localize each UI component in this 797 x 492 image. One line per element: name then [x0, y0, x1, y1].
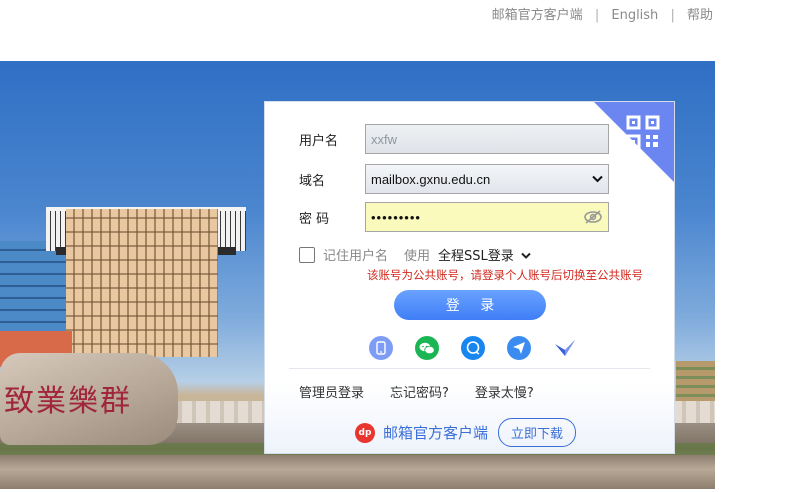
main-building	[66, 209, 218, 357]
ssl-dropdown[interactable]: 全程SSL登录	[438, 245, 531, 264]
mail-client-logo-icon: dp	[355, 422, 375, 443]
ssl-label: 全程SSL登录	[438, 249, 514, 264]
separator: |	[670, 8, 675, 23]
remember-checkbox[interactable]	[299, 246, 315, 263]
password-value: •••••••••	[371, 209, 421, 225]
separator: |	[594, 8, 600, 23]
remember-row: 记住用户名 使用 全程SSL登录	[299, 245, 531, 264]
top-link-english[interactable]: English	[611, 8, 658, 23]
login-button[interactable]: 登 录	[394, 290, 546, 320]
mail-boat-icon[interactable]	[553, 336, 577, 360]
login-help-links: 管理员登录 忘记密码? 登录太慢?	[299, 382, 534, 401]
qq-icon[interactable]	[461, 336, 485, 360]
stone-inscription: 致業樂群	[4, 384, 132, 419]
remember-label[interactable]: 记住用户名	[323, 245, 388, 264]
qr-code-icon[interactable]	[626, 115, 660, 149]
client-link[interactable]: 邮箱官方客户端	[383, 422, 488, 443]
password-label: 密 码	[299, 211, 330, 227]
wechat-icon[interactable]	[415, 336, 439, 360]
client-download-row: dp 邮箱官方客户端 立即下载	[355, 418, 577, 447]
domain-row: 域名 mailbox.gxnu.edu.cn	[299, 164, 609, 194]
forgot-password-link[interactable]: 忘记密码?	[390, 382, 449, 401]
login-panel: 用户名 xxfw 域名 mailbox.gxnu.edu.cn 密 码 ••••…	[264, 101, 675, 454]
password-row: 密 码 •••••••••	[299, 202, 609, 232]
chevron-down-icon	[592, 175, 603, 183]
use-label: 使用	[404, 249, 431, 264]
password-input[interactable]: •••••••••	[365, 202, 609, 232]
domain-label: 域名	[299, 173, 326, 189]
public-account-warning: 该账号为公共账号，请登录个人账号后切换至公共账号	[367, 268, 643, 282]
mobile-login-icon[interactable]	[369, 336, 393, 360]
paper-plane-icon[interactable]	[507, 336, 531, 360]
third-party-login	[369, 336, 577, 360]
username-row: 用户名 xxfw	[299, 124, 609, 154]
chevron-down-icon	[521, 252, 531, 259]
slow-login-link[interactable]: 登录太慢?	[475, 382, 534, 401]
divider	[289, 368, 650, 369]
domain-value: mailbox.gxnu.edu.cn	[371, 171, 491, 187]
domain-select[interactable]: mailbox.gxnu.edu.cn	[365, 164, 609, 194]
hide-password-icon[interactable]	[583, 209, 603, 225]
username-input[interactable]: xxfw	[365, 124, 609, 154]
top-link-help[interactable]: 帮助	[687, 8, 713, 23]
admin-login-link[interactable]: 管理员登录	[299, 382, 364, 401]
download-button[interactable]: 立即下载	[498, 418, 577, 447]
username-label: 用户名	[299, 133, 339, 149]
top-link-client[interactable]: 邮箱官方客户端	[492, 8, 583, 23]
top-links: 邮箱官方客户端 | English | 帮助	[492, 4, 713, 23]
